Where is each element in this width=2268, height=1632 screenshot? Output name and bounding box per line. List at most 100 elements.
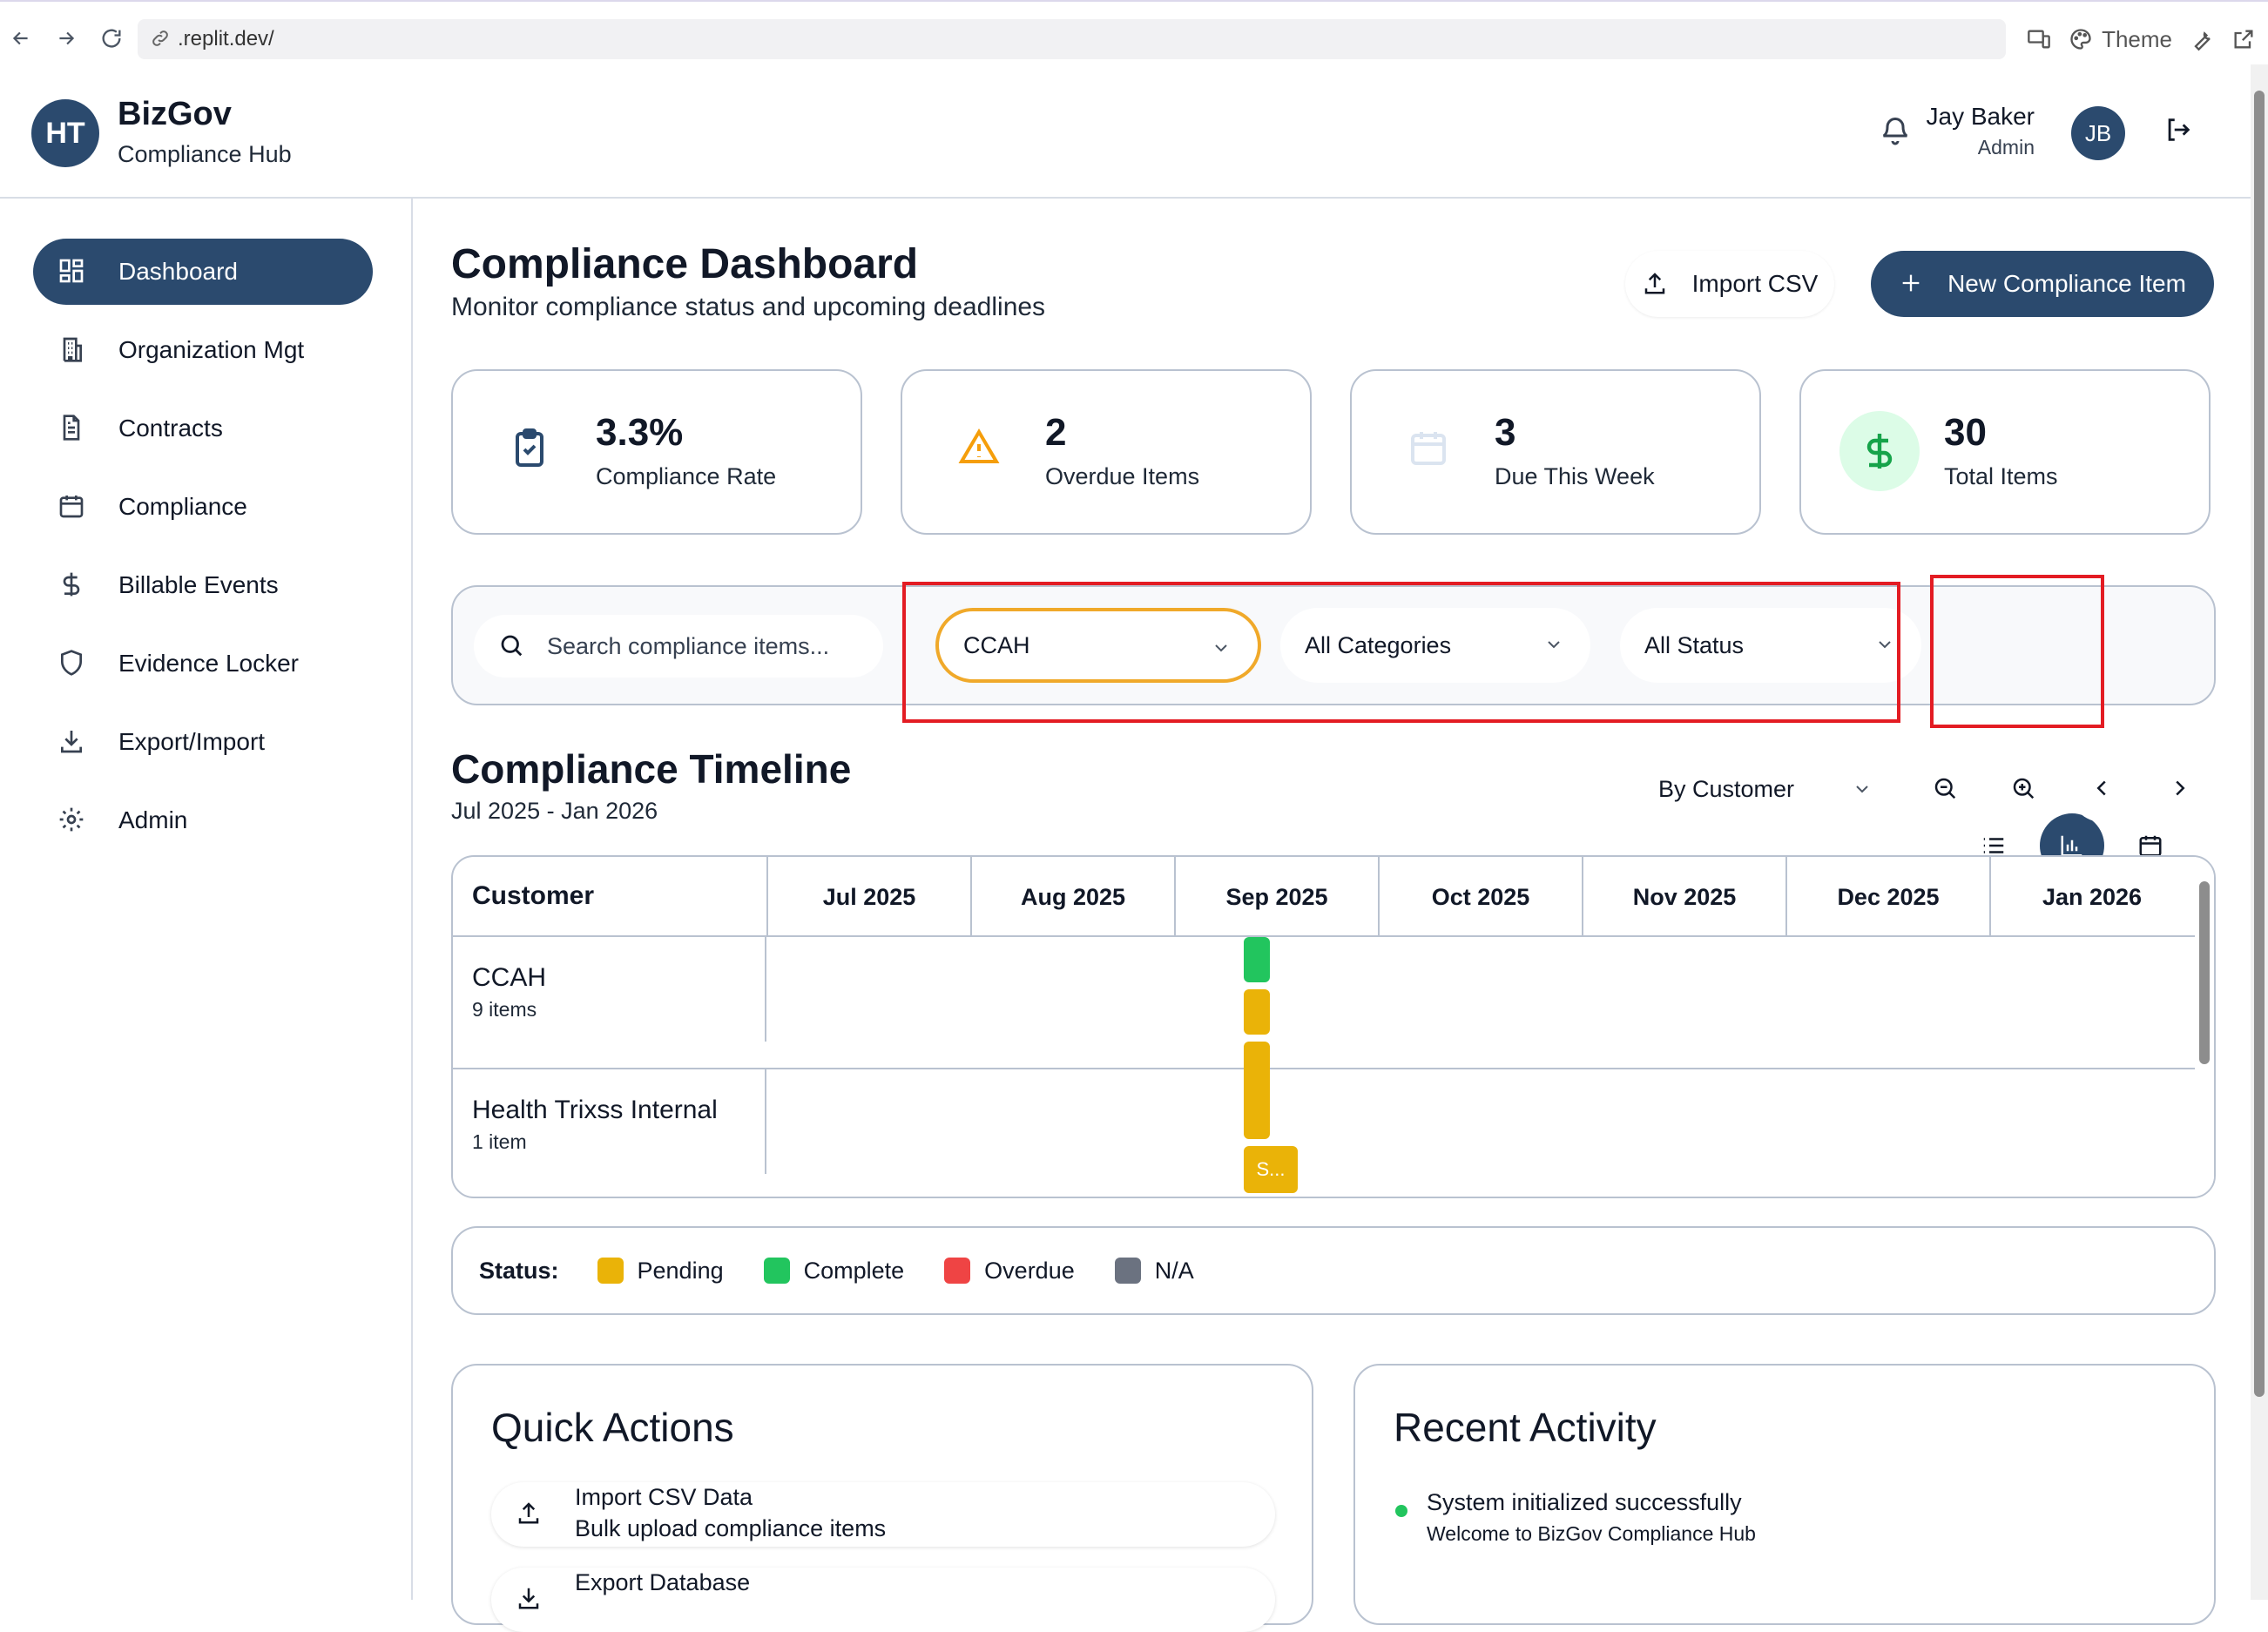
theme-button[interactable]: Theme — [2069, 26, 2172, 53]
timeline-bar-pending[interactable] — [1244, 1197, 1535, 1198]
clipboard-check-icon — [509, 427, 557, 475]
quick-actions-title: Quick Actions — [491, 1405, 734, 1450]
sidebar-item-organization[interactable]: Organization Mgt — [33, 317, 373, 383]
stat-card-compliance-rate: 3.3% Compliance Rate — [451, 369, 862, 535]
sidebar-item-label: Export/Import — [118, 728, 266, 755]
month-header: Dec 2025 — [1785, 857, 1989, 937]
month-header: Jan 2026 — [1989, 857, 2193, 937]
page-subtitle: Monitor compliance status and upcoming d… — [451, 293, 1046, 321]
zoom-in-button[interactable] — [1991, 756, 2057, 822]
quick-action-title: Import CSV Data — [575, 1484, 753, 1510]
gear-icon — [57, 806, 87, 835]
stat-card-overdue: 2 Overdue Items — [901, 369, 1312, 535]
import-csv-button[interactable]: Import CSV — [1625, 251, 1834, 317]
timeline-bar-pending[interactable] — [1244, 1042, 1270, 1139]
brand-subtitle: Compliance Hub — [118, 141, 292, 167]
customer-item-count: 1 item — [472, 1130, 527, 1153]
devices-icon[interactable] — [2027, 27, 2051, 51]
legend-swatch — [1114, 1258, 1141, 1284]
zoom-out-icon — [1932, 775, 1960, 803]
theme-label: Theme — [2102, 25, 2172, 52]
timeline-bar-complete[interactable] — [1244, 937, 1270, 982]
sidebar-item-admin[interactable]: Admin — [33, 787, 373, 853]
timeline-row-customer[interactable]: CCAH 9 items — [453, 937, 766, 1042]
avatar[interactable]: JB — [2071, 106, 2125, 160]
sidebar-item-label: Billable Events — [118, 571, 279, 598]
quick-action-import-csv[interactable]: Import CSV Data Bulk upload compliance i… — [491, 1482, 1275, 1547]
stat-value: 2 — [1045, 411, 1067, 454]
address-bar[interactable]: .replit.dev/ — [138, 19, 2006, 59]
previous-button[interactable] — [2069, 756, 2136, 822]
user-name: Jay Baker — [1926, 103, 2035, 130]
activity-desc: Welcome to BizGov Compliance Hub — [1427, 1522, 1756, 1545]
dollar-icon — [57, 570, 87, 600]
new-compliance-item-button[interactable]: New Compliance Item — [1871, 251, 2214, 317]
legend-swatch — [944, 1258, 971, 1284]
sidebar: Dashboard Organization Mgt Contracts Com… — [0, 199, 413, 1600]
page-scrollbar-thumb[interactable] — [2254, 91, 2265, 1397]
sidebar-item-dashboard[interactable]: Dashboard — [33, 239, 373, 305]
timeline-row: CCAH 9 items — [453, 937, 2214, 1069]
sidebar-item-label: Dashboard — [118, 258, 238, 285]
customer-column-header: Customer — [472, 881, 595, 910]
timeline-bar-pending[interactable] — [1244, 989, 1270, 1035]
back-arrow-icon[interactable] — [3, 21, 38, 56]
legend-label: N/A — [1154, 1257, 1194, 1284]
timeline-header-row: Customer Jul 2025 Aug 2025 Sep 2025 Oct … — [453, 857, 2214, 937]
dashboard-grid-icon — [57, 257, 87, 287]
wrench-icon[interactable] — [2190, 27, 2214, 51]
legend-item-overdue: Overdue — [944, 1258, 1075, 1285]
recent-activity-card: Recent Activity System initialized succe… — [1353, 1364, 2216, 1625]
palette-icon — [2069, 27, 2093, 51]
timeline-scrollbar-thumb[interactable] — [2199, 881, 2210, 1064]
stat-value: 30 — [1944, 411, 1987, 454]
browser-chrome: .replit.dev/ Theme — [0, 0, 2268, 64]
stat-card-total-items: 30 Total Items — [1799, 369, 2211, 535]
sidebar-item-compliance[interactable]: Compliance — [33, 474, 373, 540]
sidebar-item-label: Admin — [118, 806, 188, 833]
legend-label: Complete — [803, 1257, 905, 1284]
sidebar-item-billable-events[interactable]: Billable Events — [33, 552, 373, 618]
zoom-out-button[interactable] — [1913, 756, 1979, 822]
zoom-in-icon — [2010, 775, 2038, 803]
dollar-icon — [1839, 411, 1920, 491]
page-scrollbar[interactable] — [2251, 64, 2268, 1600]
stat-label: Overdue Items — [1045, 463, 1200, 489]
external-link-icon[interactable] — [2231, 27, 2256, 51]
quick-action-export-database[interactable]: Export Database — [491, 1568, 1275, 1632]
chevron-left-icon — [2089, 775, 2116, 803]
document-icon — [57, 414, 87, 443]
quick-action-title: Export Database — [575, 1569, 751, 1595]
building-icon — [57, 335, 87, 365]
sidebar-item-export-import[interactable]: Export/Import — [33, 709, 373, 775]
activity-status-dot — [1395, 1505, 1407, 1517]
timeline-bar-pending[interactable]: S... — [1244, 1146, 1298, 1193]
logo[interactable]: HT — [31, 99, 99, 167]
timeline-title: Compliance Timeline — [451, 746, 852, 792]
stat-value: 3 — [1495, 411, 1516, 454]
upload-icon — [1642, 270, 1670, 298]
logout-icon[interactable] — [2163, 115, 2198, 150]
timeline-row-customer[interactable]: Health Trixss Internal 1 item — [453, 1069, 766, 1174]
legend-label: Pending — [637, 1257, 724, 1284]
customer-name: Health Trixss Internal — [472, 1096, 718, 1124]
search-input[interactable]: Search compliance items... — [474, 615, 883, 678]
group-by-select[interactable]: By Customer — [1636, 756, 1897, 822]
legend-label: Overdue — [984, 1257, 1075, 1284]
stat-value: 3.3% — [596, 411, 684, 454]
sidebar-item-evidence-locker[interactable]: Evidence Locker — [33, 631, 373, 697]
stat-label: Compliance Rate — [596, 463, 777, 489]
legend-item-complete: Complete — [763, 1257, 905, 1285]
url-text: .replit.dev/ — [178, 27, 274, 51]
stat-card-due-this-week: 3 Due This Week — [1350, 369, 1761, 535]
reload-icon[interactable] — [94, 21, 129, 56]
bell-icon[interactable] — [1880, 115, 1914, 150]
month-header: Nov 2025 — [1582, 857, 1785, 937]
forward-arrow-icon[interactable] — [49, 21, 84, 56]
month-header: Jul 2025 — [766, 857, 970, 937]
legend-item-na: N/A — [1114, 1257, 1194, 1285]
sidebar-item-contracts[interactable]: Contracts — [33, 395, 373, 462]
next-button[interactable] — [2148, 756, 2214, 822]
recent-activity-title: Recent Activity — [1394, 1405, 1657, 1450]
app-header: HT BizGov Compliance Hub Jay Baker Admin… — [0, 64, 2251, 199]
